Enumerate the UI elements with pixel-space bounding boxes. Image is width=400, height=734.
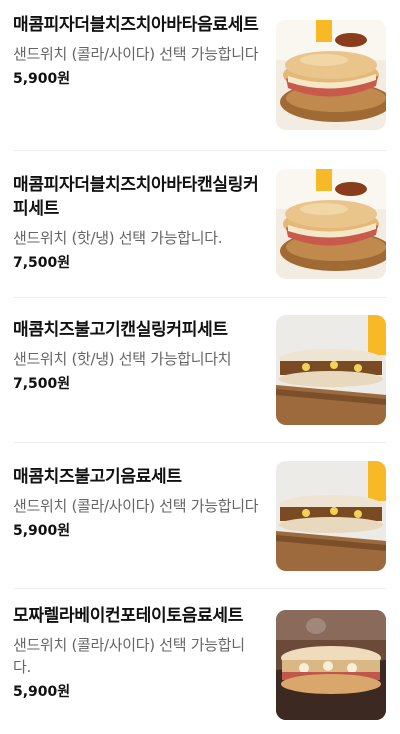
menu-item-price: 7,500원 (13, 255, 71, 271)
menu-item-photo (276, 169, 386, 279)
menu-item-price: 7,500원 (13, 376, 71, 392)
menu-item-name: 매콤피자더블치즈치아바타음료세트 (13, 15, 259, 35)
bulgogi-sandwich-image (276, 315, 386, 425)
menu-item-price: 5,900원 (13, 523, 71, 539)
menu-item[interactable]: 모짜렐라베이컨포테이토음료세트 샌드위치 (콜라/사이다) 선택 가능합니다. … (0, 589, 400, 734)
menu-item-photo (276, 315, 386, 425)
menu-item[interactable]: 매콤피자더블치즈치아바타음료세트 샌드위치 (콜라/사이다) 선택 가능합니다 … (0, 0, 400, 150)
ciabatta-sandwich-image (276, 169, 386, 279)
menu-item-text: 모짜렐라베이컨포테이토음료세트 샌드위치 (콜라/사이다) 선택 가능합니다. … (13, 604, 261, 702)
menu-item-description: 샌드위치 (핫/냉) 선택 가능합니다치 (13, 350, 232, 368)
menu-item-photo (276, 461, 386, 571)
menu-item-text: 매콤치즈불고기음료세트 샌드위치 (콜라/사이다) 선택 가능합니다 5,900… (13, 465, 261, 541)
menu-item-description: 샌드위치 (콜라/사이다) 선택 가능합니다 (13, 497, 259, 515)
menu-item-text: 매콤피자더블치즈치아바타캔실링커피세트 샌드위치 (핫/냉) 선택 가능합니다.… (13, 173, 261, 273)
menu-item-price: 5,900원 (13, 71, 71, 87)
menu-list: 매콤피자더블치즈치아바타음료세트 샌드위치 (콜라/사이다) 선택 가능합니다 … (0, 0, 400, 734)
ciabatta-sandwich-image (276, 20, 386, 130)
menu-item-name: 매콤치즈불고기캔실링커피세트 (13, 320, 228, 340)
menu-item[interactable]: 매콤피자더블치즈치아바타캔실링커피세트 샌드위치 (핫/냉) 선택 가능합니다.… (0, 151, 400, 297)
menu-item-description: 샌드위치 (콜라/사이다) 선택 가능합니다. (13, 636, 245, 676)
menu-item-name: 매콤피자더블치즈치아바타캔실링커피세트 (13, 175, 259, 219)
menu-item[interactable]: 매콤치즈불고기캔실링커피세트 샌드위치 (핫/냉) 선택 가능합니다치 7,50… (0, 298, 400, 442)
mozzarella-sandwich-image (276, 610, 386, 720)
menu-item-description: 샌드위치 (콜라/사이다) 선택 가능합니다 (13, 45, 259, 63)
menu-item-name: 모짜렐라베이컨포테이토음료세트 (13, 606, 244, 626)
bulgogi-sandwich-image (276, 461, 386, 571)
menu-item-photo (276, 610, 386, 720)
menu-item-text: 매콤피자더블치즈치아바타음료세트 샌드위치 (콜라/사이다) 선택 가능합니다 … (13, 13, 261, 89)
menu-item-description: 샌드위치 (핫/냉) 선택 가능합니다. (13, 229, 223, 247)
menu-item[interactable]: 매콤치즈불고기음료세트 샌드위치 (콜라/사이다) 선택 가능합니다 5,900… (0, 443, 400, 588)
menu-item-photo (276, 20, 386, 130)
menu-item-text: 매콤치즈불고기캔실링커피세트 샌드위치 (핫/냉) 선택 가능합니다치 7,50… (13, 318, 261, 394)
menu-item-price: 5,900원 (13, 684, 71, 700)
menu-item-name: 매콤치즈불고기음료세트 (13, 467, 182, 487)
